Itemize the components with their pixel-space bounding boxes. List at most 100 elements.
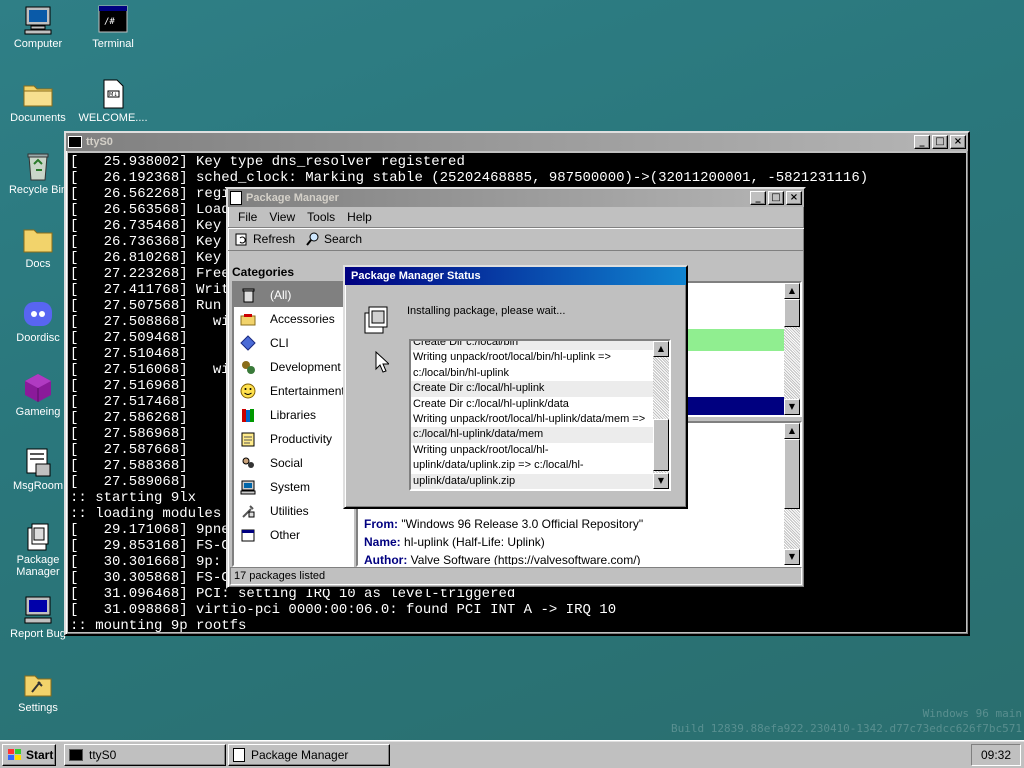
terminal-icon xyxy=(69,749,83,761)
category-label: Accessories xyxy=(270,312,335,326)
social-icon xyxy=(240,455,256,471)
name-label: Name: xyxy=(364,535,401,549)
tools-icon xyxy=(240,503,256,519)
cube-icon xyxy=(22,372,54,404)
desktop-icon-label: Terminal xyxy=(92,38,134,50)
category-label: System xyxy=(270,480,311,494)
log-line: Writing unpack/root/local/hl-uplink/data… xyxy=(413,413,646,426)
window-icon xyxy=(240,527,256,543)
status-dialog-title: Package Manager Status xyxy=(351,270,481,282)
categories-heading: Categories xyxy=(232,265,295,279)
log-line: uplink/data/uplink.zip => c:/local/hl- xyxy=(413,459,584,472)
taskbar-item-package-manager[interactable]: Package Manager xyxy=(228,744,390,766)
category-label: Development xyxy=(270,360,341,374)
maximize-button[interactable]: □ xyxy=(932,135,948,149)
watermark-line: Windows 96 main xyxy=(922,707,1022,720)
package-manager-titlebar[interactable]: Package Manager _ □ × xyxy=(228,189,804,207)
install-log[interactable]: Create Dir c:/local/bin Writing unpack/ro… xyxy=(409,339,671,491)
category-item[interactable]: Entertainment xyxy=(234,379,352,403)
taskbar: Start ttyS0 Package Manager 09:32 xyxy=(0,740,1024,768)
package-icon xyxy=(233,748,245,762)
log-scrollbar[interactable]: ▲ ▼ xyxy=(653,341,669,489)
toolbar: Refresh Search xyxy=(228,227,804,251)
refresh-button[interactable]: Refresh xyxy=(234,231,295,247)
smiley-icon xyxy=(240,383,256,399)
terminal-icon: /# xyxy=(97,4,129,36)
terminal-line: [ 25.938002] Key type dns_resolver regis… xyxy=(70,154,465,170)
log-line: uplink/data/uplink.zip xyxy=(411,473,653,489)
desktop-icon-computer[interactable]: Computer xyxy=(1,4,75,50)
start-button[interactable]: Start xyxy=(2,744,56,766)
scroll-up-button[interactable]: ▲ xyxy=(784,423,800,439)
status-bar: 17 packages listed xyxy=(230,567,802,585)
desktop-icon-welcome[interactable]: M↓ WELCOME.... xyxy=(76,78,150,124)
search-button[interactable]: Search xyxy=(305,231,362,247)
taskbar-item-label: ttyS0 xyxy=(89,748,117,762)
details-scrollbar[interactable]: ▲ ▼ xyxy=(784,423,800,565)
install-log-lines: Create Dir c:/local/bin Writing unpack/ro… xyxy=(411,341,653,489)
desktop-icon-terminal[interactable]: /# Terminal xyxy=(76,4,150,50)
category-label: Other xyxy=(270,528,301,542)
package-manager-title: Package Manager xyxy=(246,192,339,204)
name-value: hl-uplink (Half-Life: Uplink) xyxy=(404,535,545,549)
scroll-thumb[interactable] xyxy=(653,419,669,471)
desktop-icon-settings[interactable]: Settings xyxy=(1,668,75,714)
scroll-down-button[interactable]: ▼ xyxy=(653,473,669,489)
build-watermark: Windows 96 main Build 12839.88efa922.230… xyxy=(671,706,1022,736)
menu-tools[interactable]: Tools xyxy=(301,210,341,224)
status-dialog[interactable]: Package Manager Status Installing packag… xyxy=(343,265,688,509)
terminal-window-icon xyxy=(68,136,82,148)
category-item[interactable]: Development xyxy=(234,355,352,379)
scroll-thumb[interactable] xyxy=(784,299,800,327)
close-button[interactable]: × xyxy=(786,191,802,205)
scroll-down-button[interactable]: ▼ xyxy=(784,399,800,415)
taskbar-item-label: Package Manager xyxy=(251,748,349,762)
category-label: (All) xyxy=(270,288,292,302)
scroll-thumb[interactable] xyxy=(784,439,800,509)
categories-list[interactable]: (All) Accessories CLI Development Entertainm… xyxy=(232,281,354,567)
desktop-icon-label: Documents xyxy=(10,112,66,124)
recycle-bin-icon xyxy=(22,150,54,182)
menu-help[interactable]: Help xyxy=(341,210,378,224)
system-tray-clock[interactable]: 09:32 xyxy=(971,744,1021,766)
maximize-button[interactable]: □ xyxy=(768,191,784,205)
category-label: Libraries xyxy=(270,408,317,422)
scroll-up-button[interactable]: ▲ xyxy=(653,341,669,357)
refresh-icon xyxy=(235,233,247,246)
scroll-down-button[interactable]: ▼ xyxy=(784,549,800,565)
category-item[interactable]: (All) xyxy=(234,283,352,307)
desktop-icon-documents[interactable]: Documents xyxy=(1,78,75,124)
terminal-title: ttyS0 xyxy=(86,136,113,148)
close-button[interactable]: × xyxy=(950,135,966,149)
notepad-icon xyxy=(240,431,256,447)
category-item[interactable]: System xyxy=(234,475,352,499)
category-item[interactable]: Accessories xyxy=(234,307,352,331)
terminal-titlebar[interactable]: ttyS0 _ □ × xyxy=(66,133,968,151)
bin-icon xyxy=(240,287,256,303)
category-item[interactable]: Other xyxy=(234,523,352,547)
menu-file[interactable]: File xyxy=(232,210,263,224)
scroll-up-button[interactable]: ▲ xyxy=(784,283,800,299)
minimize-button[interactable]: _ xyxy=(914,135,930,149)
accessories-icon xyxy=(240,311,256,327)
refresh-label: Refresh xyxy=(253,232,296,246)
mouse-cursor xyxy=(375,350,391,376)
menu-view[interactable]: View xyxy=(263,210,301,224)
folder-icon xyxy=(22,78,54,110)
package-list-scrollbar[interactable]: ▲ ▼ xyxy=(784,283,800,415)
category-item[interactable]: CLI xyxy=(234,331,352,355)
start-label: Start xyxy=(26,748,54,762)
category-item[interactable]: Social xyxy=(234,451,352,475)
category-item[interactable]: Libraries xyxy=(234,403,352,427)
minimize-button[interactable]: _ xyxy=(750,191,766,205)
category-label: Productivity xyxy=(270,432,333,446)
bug-report-icon xyxy=(22,594,54,626)
taskbar-item-ttys0[interactable]: ttyS0 xyxy=(64,744,226,766)
menu-bar: File View Tools Help xyxy=(228,207,804,227)
document-icon: M↓ xyxy=(97,78,129,110)
category-item[interactable]: Productivity xyxy=(234,427,352,451)
author-value: Valve Software (https://valvesoftware.co… xyxy=(410,553,641,567)
status-dialog-titlebar[interactable]: Package Manager Status xyxy=(345,267,686,285)
clock-text: 09:32 xyxy=(980,748,1012,762)
category-item[interactable]: Utilities xyxy=(234,499,352,523)
